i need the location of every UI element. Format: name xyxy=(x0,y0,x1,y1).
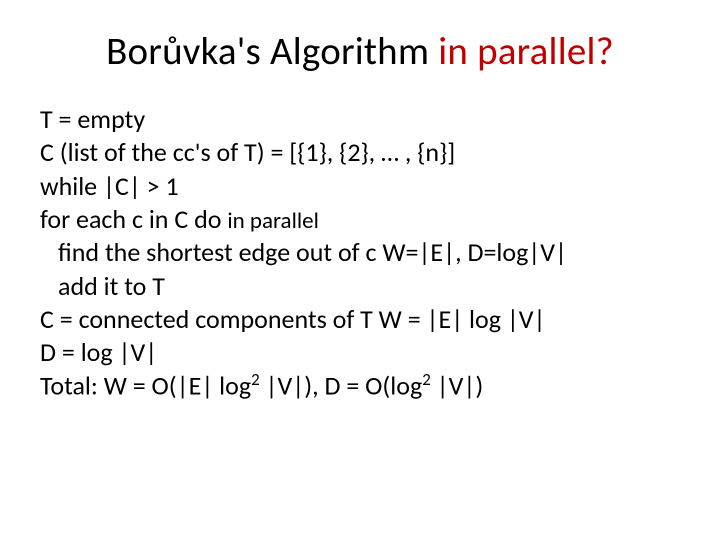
line-4-inparallel: in parallel xyxy=(227,207,319,235)
line-9: Total: W = O(|E| log2 |V|), D = O(log2 |… xyxy=(40,369,680,403)
line-9b: |V|), D = O(log xyxy=(260,370,423,402)
line-4: for each c in C do in parallel xyxy=(40,203,680,236)
line-3: while |C| > 1 xyxy=(40,170,680,203)
line-4-text: for each c in C do xyxy=(40,203,227,235)
slide-title: Borůvka's Algorithm in parallel? xyxy=(40,28,680,75)
line-9a: Total: W = O(|E| log xyxy=(40,370,251,402)
slide: Borůvka's Algorithm in parallel? T = emp… xyxy=(0,0,720,540)
line-7: C = connected components of T W = |E| lo… xyxy=(40,303,680,336)
slide-body: T = empty C (list of the cc's of T) = [{… xyxy=(40,103,680,403)
line-5: find the shortest edge out of c W=|E|, D… xyxy=(40,236,680,269)
line-9c: |V|) xyxy=(431,370,483,402)
title-red: in parallel? xyxy=(438,28,614,75)
line-9-sup1: 2 xyxy=(251,369,260,390)
line-1: T = empty xyxy=(40,103,680,136)
line-2: C (list of the cc's of T) = [{1}, {2}, …… xyxy=(40,136,680,169)
line-8: D = log |V| xyxy=(40,336,680,369)
title-black: Borůvka's Algorithm xyxy=(106,28,438,75)
line-6: add it to T xyxy=(40,270,680,303)
line-9-sup2: 2 xyxy=(422,369,431,390)
